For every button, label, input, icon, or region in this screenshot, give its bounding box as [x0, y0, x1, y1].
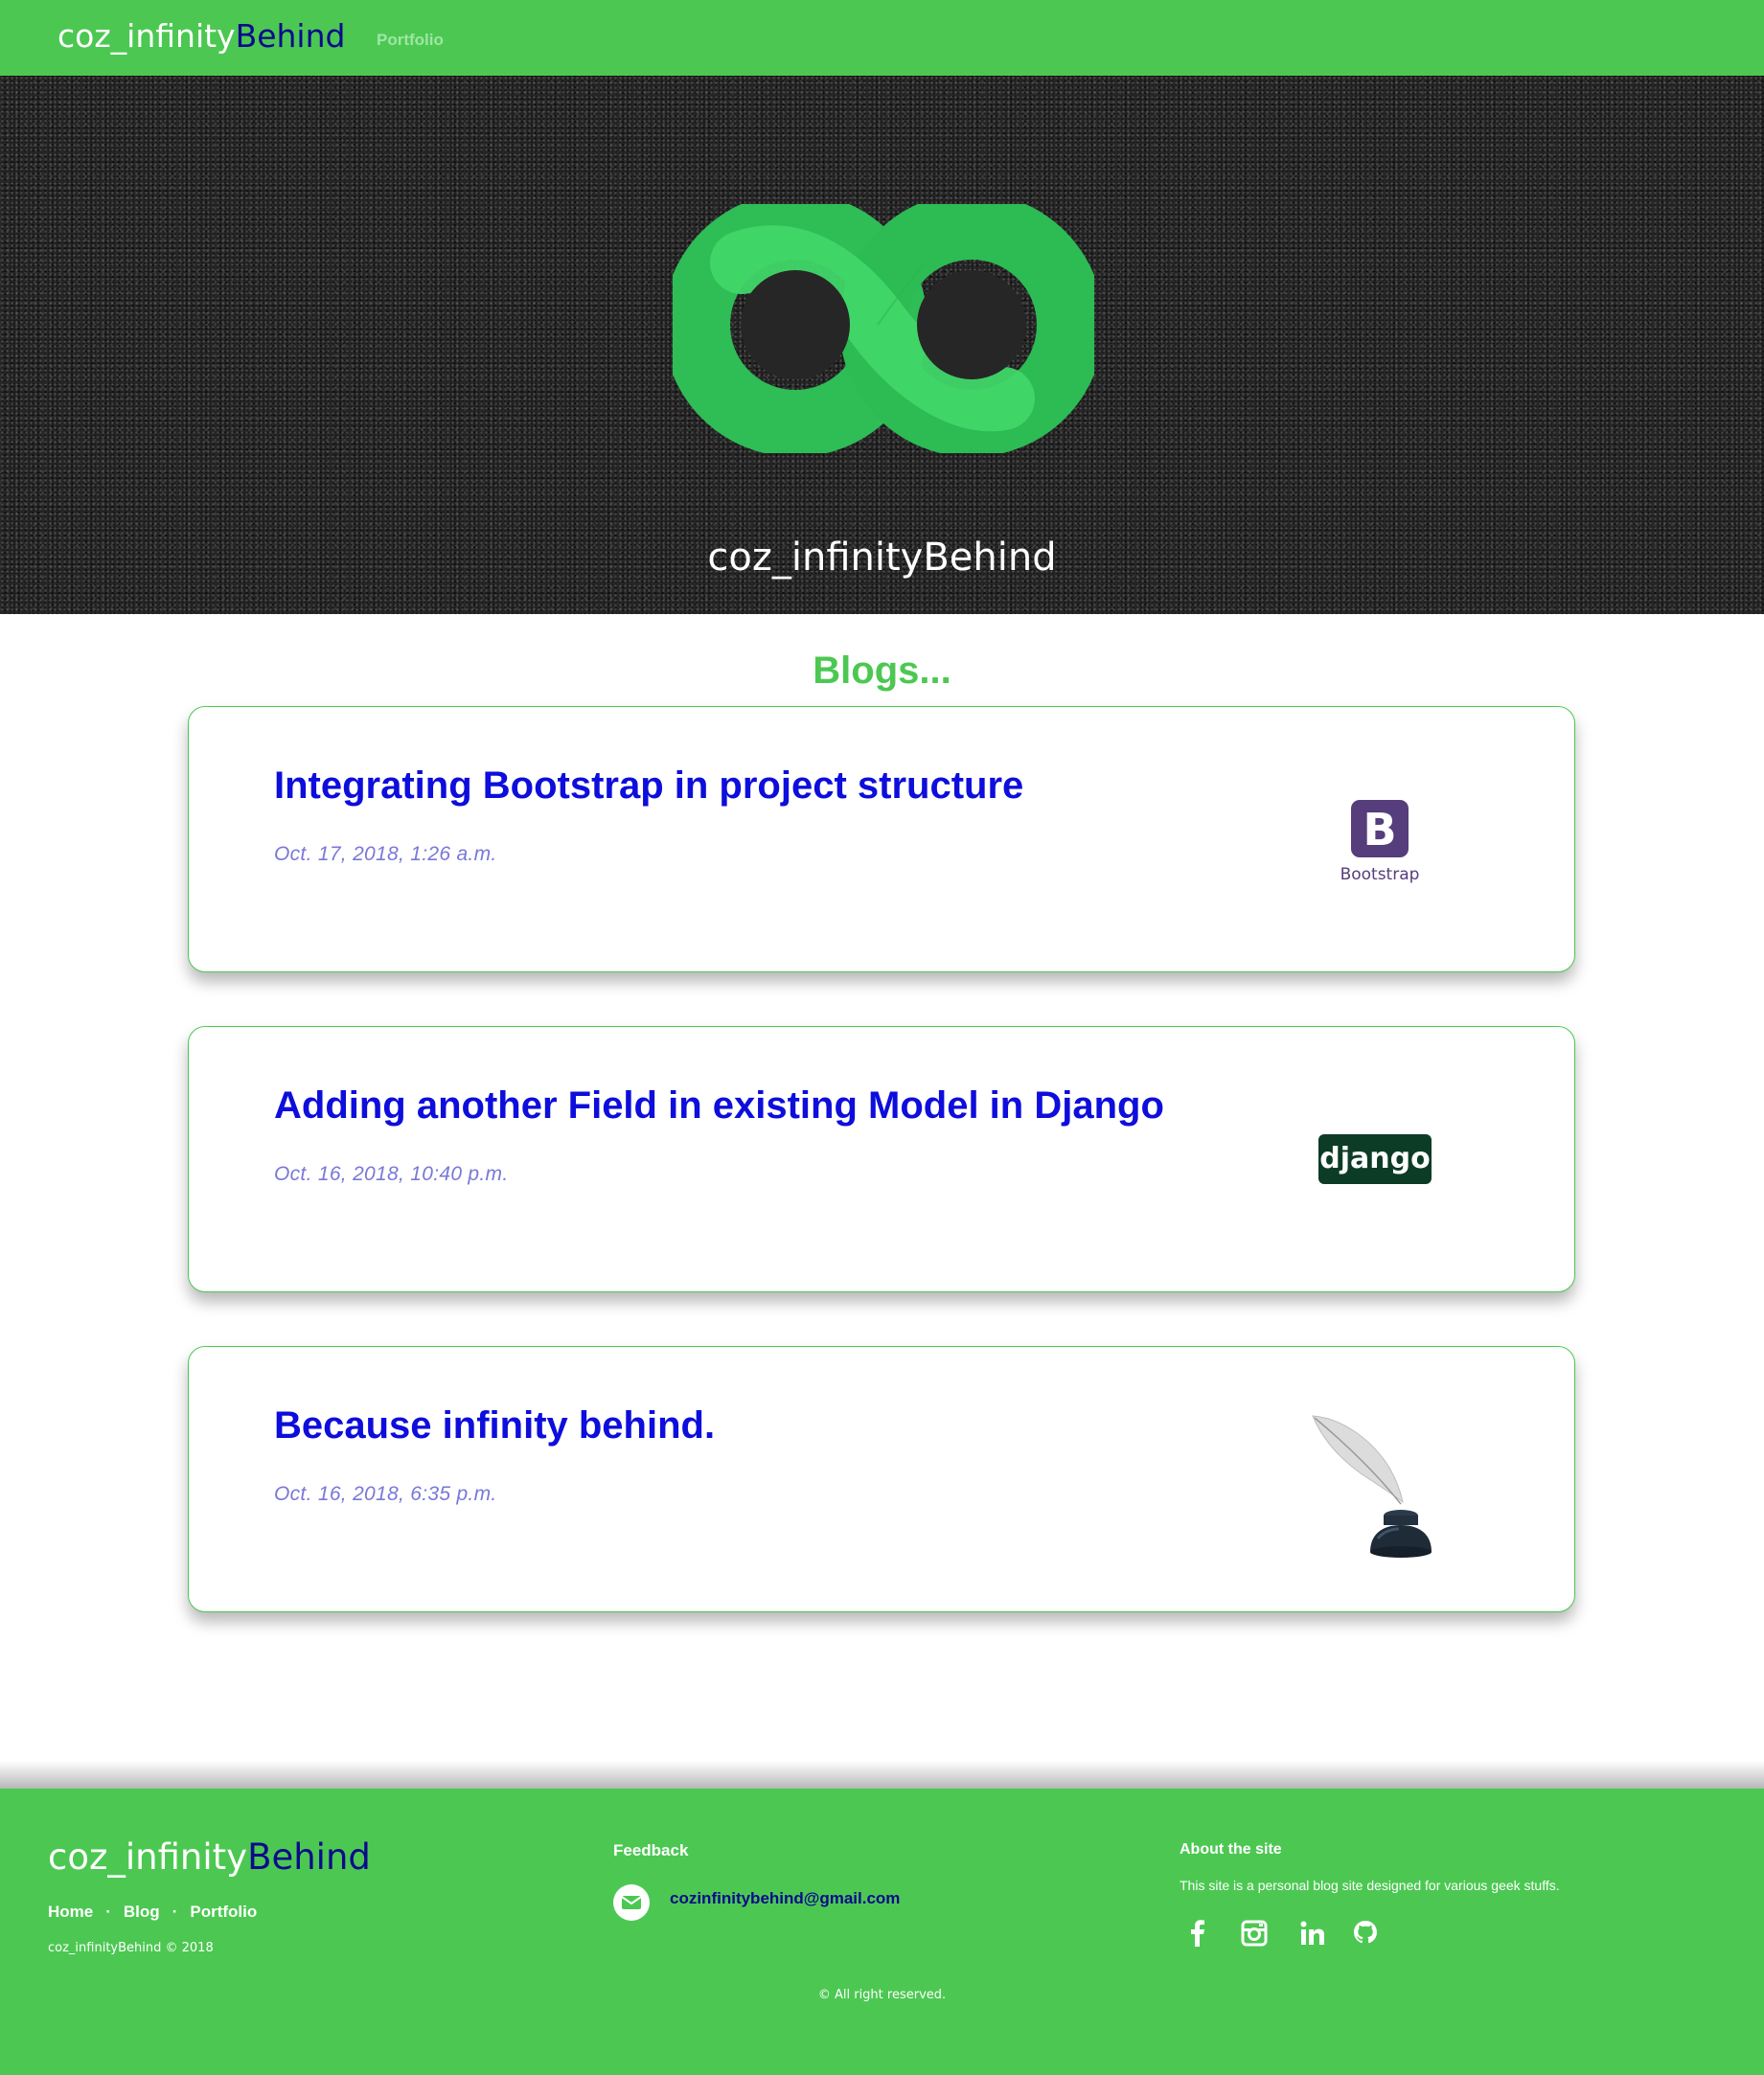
footer-rights: © All right reserved.	[817, 1988, 947, 2002]
linkedin-icon[interactable]	[1299, 1919, 1326, 1948]
quill-inkpot-icon	[1312, 1415, 1432, 1558]
post-card[interactable]: Integrating Bootstrap in project structu…	[188, 706, 1575, 972]
top-navbar: coz_infinityBehind Portfolio	[0, 0, 1764, 76]
post-title-link[interactable]: Because infinity behind.	[274, 1402, 715, 1448]
envelope-icon	[613, 1884, 650, 1921]
django-logo-icon: django	[1318, 1134, 1432, 1184]
nav-brand[interactable]: coz_infinityBehind	[57, 15, 345, 57]
post-title-link[interactable]: Integrating Bootstrap in project structu…	[274, 763, 1023, 809]
footer-brand-part1: coz_infinity	[48, 1836, 248, 1878]
about-title: About the site	[1180, 1841, 1282, 1858]
bootstrap-logo-icon: B Bootstrap	[1340, 800, 1420, 884]
hero-banner: coz_infinityBehind	[0, 76, 1764, 614]
footer-link-separator: ·	[172, 1903, 178, 1921]
footer-link-home[interactable]: Home	[48, 1903, 93, 1921]
footer-top-shadow	[0, 1761, 1764, 1790]
facebook-icon[interactable]	[1184, 1919, 1211, 1948]
footer-brand-part2: Behind	[247, 1836, 371, 1878]
post-card[interactable]: Because infinity behind. Oct. 16, 2018, …	[188, 1346, 1575, 1612]
django-logo-label: django	[1319, 1142, 1430, 1175]
bootstrap-logo-letter: B	[1363, 804, 1396, 855]
nav-brand-part1: coz_infinity	[57, 17, 236, 55]
footer-copyright: coz_infinityBehind © 2018	[48, 1941, 214, 1955]
bootstrap-logo-label: Bootstrap	[1340, 865, 1420, 884]
instagram-icon[interactable]	[1241, 1919, 1268, 1948]
post-title-link[interactable]: Adding another Field in existing Model i…	[274, 1083, 1164, 1129]
github-icon[interactable]	[1352, 1919, 1379, 1948]
post-card[interactable]: Adding another Field in existing Model i…	[188, 1026, 1575, 1292]
blogs-heading: Blogs...	[813, 650, 951, 692]
nav-brand-part2: Behind	[235, 17, 346, 55]
footer: coz_infinityBehind Home · Blog · Portfolio c…	[0, 1789, 1764, 2075]
hero-title: coz_infinityBehind	[707, 536, 1057, 580]
post-date: Oct. 16, 2018, 10:40 p.m.	[274, 1163, 509, 1185]
infinity-logo-icon	[673, 204, 1094, 453]
post-date: Oct. 16, 2018, 6:35 p.m.	[274, 1483, 497, 1505]
nav-link-portfolio[interactable]: Portfolio	[377, 31, 444, 50]
footer-link-blog[interactable]: Blog	[124, 1903, 160, 1921]
feedback-title: Feedback	[613, 1841, 689, 1859]
about-text: This site is a personal blog site design…	[1180, 1878, 1560, 1893]
footer-links: Home · Blog · Portfolio	[48, 1902, 257, 1923]
footer-link-portfolio[interactable]: Portfolio	[190, 1903, 257, 1921]
footer-link-separator: ·	[105, 1903, 111, 1921]
footer-brand[interactable]: coz_infinityBehind	[48, 1835, 371, 1881]
post-date: Oct. 17, 2018, 1:26 a.m.	[274, 843, 497, 865]
feedback-email-link[interactable]: cozinfinitybehind@gmail.com	[670, 1888, 900, 1909]
